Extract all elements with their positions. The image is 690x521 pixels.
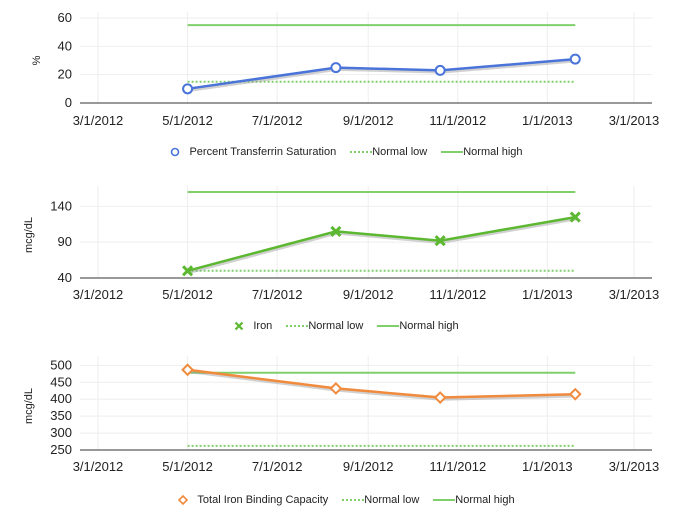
- x-tick-label: 5/1/2012: [162, 459, 213, 474]
- legend-label: Total Iron Binding Capacity: [197, 494, 329, 506]
- series-line-main: [187, 57, 576, 91]
- legend-transferrin: Percent Transferrin Saturation Normal lo…: [0, 146, 690, 158]
- x-tick-label: 9/1/2012: [343, 113, 394, 128]
- legend-label: Normal high: [463, 146, 523, 158]
- legend-label: Normal low: [364, 494, 420, 506]
- legend-item-normal-low[interactable]: Normal low: [286, 320, 363, 332]
- y-tick-label: 90: [58, 234, 72, 249]
- legend-item-normal-high[interactable]: Normal high: [441, 146, 523, 158]
- legend-item-iron[interactable]: Iron: [231, 320, 272, 332]
- y-axis-title: mcg/dL: [23, 388, 35, 424]
- gridlines: [80, 186, 652, 279]
- y-tick-label: 400: [50, 391, 72, 406]
- circle-marker-icon: [171, 147, 180, 157]
- data-point-circle: [434, 64, 446, 76]
- data-point-circle: [569, 53, 581, 65]
- x-tick-label: 1/1/2013: [522, 287, 573, 302]
- x-tick-label: 7/1/2012: [252, 113, 303, 128]
- y-tick-label: 450: [50, 374, 72, 389]
- legend-label: Percent Transferrin Saturation: [189, 146, 337, 158]
- y-tick-label: 40: [58, 38, 72, 53]
- legend-label: Iron: [253, 320, 273, 332]
- x-tick-label: 3/1/2012: [73, 113, 124, 128]
- legend-item-tibc[interactable]: Total Iron Binding Capacity: [175, 494, 328, 506]
- data-point-circle: [182, 83, 194, 95]
- y-axis-title: mcg/dL: [23, 217, 35, 253]
- legend-item-normal-low[interactable]: Normal low: [350, 146, 427, 158]
- gridlines: [80, 356, 652, 451]
- dotted-line-icon: [286, 325, 309, 327]
- series-line-main: [187, 368, 576, 399]
- y-tick-label: 140: [50, 198, 72, 213]
- legend-item-normal-low[interactable]: Normal low: [342, 494, 419, 506]
- legend-tibc: Total Iron Binding Capacity Normal low N…: [0, 494, 690, 506]
- y-tick-label: 40: [58, 270, 72, 285]
- x-tick-label: 1/1/2013: [522, 113, 573, 128]
- legend-item-normal-high[interactable]: Normal high: [433, 494, 515, 506]
- y-tick-label: 350: [50, 408, 72, 423]
- y-tick-label: 300: [50, 425, 72, 440]
- x-tick-label: 11/1/2012: [429, 287, 486, 302]
- x-tick-label: 5/1/2012: [162, 113, 213, 128]
- legend-label: Normal low: [308, 320, 364, 332]
- chart-panel-tibc: 250 300 350 400 450 500 3/1/2012 5/1/2012 7/1/20…: [0, 344, 690, 521]
- dotted-line-icon: [342, 499, 365, 501]
- legend-label: Normal high: [455, 494, 515, 506]
- y-tick-label: 0: [65, 95, 72, 110]
- solid-line-icon: [441, 151, 464, 153]
- transferrin-chart: 0 20 40 60 3/1/2012 5/1/2012 7/1/2012 9/1/2012 1…: [31, 10, 660, 128]
- x-tick-label: 9/1/2012: [343, 287, 394, 302]
- x-marker-icon: [235, 321, 244, 331]
- diamond-marker-icon: [178, 494, 189, 506]
- solid-line-icon: [377, 325, 400, 327]
- x-tick-label: 11/1/2012: [429, 113, 486, 128]
- x-tick-label: 3/1/2013: [609, 287, 660, 302]
- data-point-diamond: [568, 387, 582, 401]
- data-point-circle: [330, 62, 342, 74]
- legend-item-normal-high[interactable]: Normal high: [377, 320, 459, 332]
- data-point-diamond: [433, 391, 447, 404]
- y-tick-label: 250: [50, 442, 72, 457]
- x-tick-label: 7/1/2012: [252, 287, 303, 302]
- legend-label: Normal high: [399, 320, 459, 332]
- x-tick-label: 3/1/2013: [609, 459, 660, 474]
- chart-panel-iron: 40 90 140 3/1/2012 5/1/2012 7/1/2012 9/1/2012 1…: [0, 172, 690, 342]
- x-tick-label: 3/1/2012: [73, 287, 124, 302]
- dotted-line-icon: [350, 151, 373, 153]
- series-line-shadow: [188, 59, 577, 93]
- x-tick-label: 7/1/2012: [252, 459, 303, 474]
- legend-iron: Iron Normal low Normal high: [0, 320, 690, 332]
- legend-item-transferrin[interactable]: Percent Transferrin Saturation: [167, 146, 336, 158]
- solid-line-icon: [433, 499, 456, 501]
- x-tick-label: 3/1/2012: [73, 459, 124, 474]
- series-line-main: [187, 215, 576, 273]
- y-tick-label: 500: [50, 357, 72, 372]
- legend-label: Normal low: [372, 146, 428, 158]
- x-tick-label: 11/1/2012: [429, 459, 486, 474]
- y-axis-title: %: [31, 55, 43, 65]
- iron-chart: 40 90 140 3/1/2012 5/1/2012 7/1/2012 9/1/2012 1…: [23, 186, 660, 302]
- chart-panel-transferrin: 0 20 40 60 3/1/2012 5/1/2012 7/1/2012 9/1/2012 1…: [0, 0, 690, 170]
- x-tick-label: 9/1/2012: [343, 459, 394, 474]
- tibc-chart: 250 300 350 400 450 500 3/1/2012 5/1/2012 7/1/20…: [23, 356, 660, 474]
- x-tick-label: 3/1/2013: [609, 113, 660, 128]
- data-point-diamond: [329, 381, 343, 395]
- x-tick-label: 1/1/2013: [522, 459, 573, 474]
- x-tick-label: 5/1/2012: [162, 287, 213, 302]
- y-tick-label: 20: [58, 67, 72, 82]
- y-tick-label: 60: [58, 10, 72, 25]
